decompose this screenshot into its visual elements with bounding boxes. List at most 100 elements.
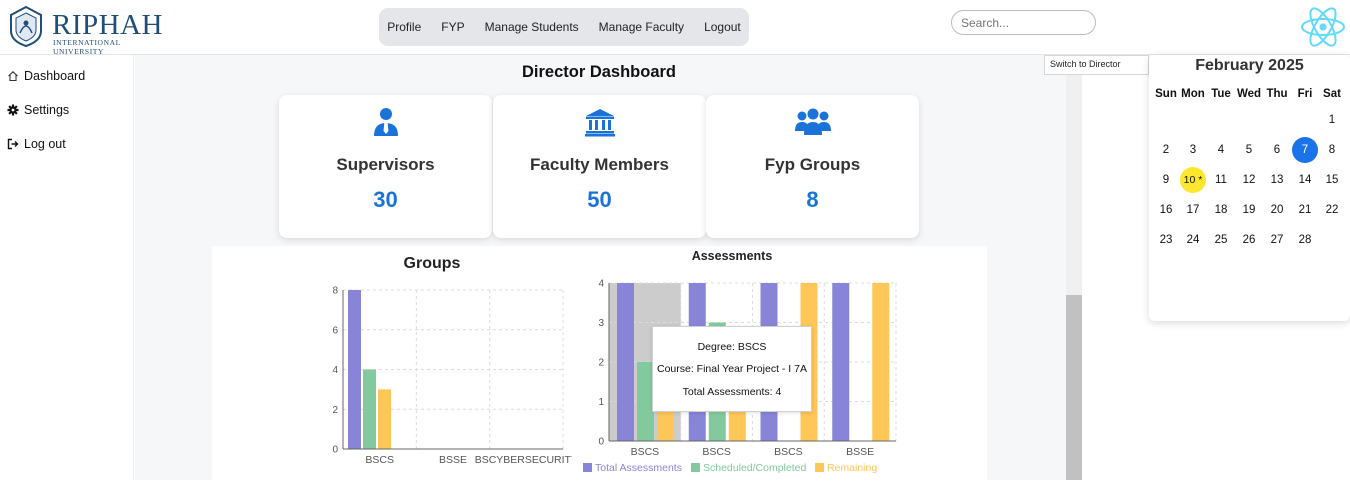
calendar-day[interactable]: 18 xyxy=(1208,197,1234,223)
calendar-day[interactable]: 23 xyxy=(1153,227,1179,253)
calendar-day[interactable]: 1 xyxy=(1319,107,1345,133)
x-tick-label: BSCS xyxy=(631,446,660,458)
y-tick-label: 3 xyxy=(598,318,604,329)
tooltip-total: Total Assessments: 4 xyxy=(682,386,782,398)
bar-c0-s0-i0 xyxy=(348,290,361,449)
switch-to-director-button[interactable]: Switch to Director xyxy=(1044,55,1149,75)
calendar-day[interactable]: 25 xyxy=(1208,227,1234,253)
x-tick-label: BSCS xyxy=(774,446,803,458)
react-logo-icon xyxy=(1301,7,1345,47)
main-nav: Profile FYP Manage Students Manage Facul… xyxy=(379,8,749,46)
nav-manage-faculty[interactable]: Manage Faculty xyxy=(599,20,684,34)
legend-swatch xyxy=(691,463,700,472)
calendar-day[interactable]: 28 xyxy=(1292,227,1318,253)
fyp-groups-card: Fyp Groups 8 xyxy=(706,95,919,238)
x-tick-label: BSCS xyxy=(702,446,731,458)
calendar-day[interactable]: 14 xyxy=(1292,167,1318,193)
nav-fyp[interactable]: FYP xyxy=(441,20,464,34)
user-tie-icon xyxy=(373,108,398,136)
y-tick-label: 0 xyxy=(598,437,604,448)
logout-icon xyxy=(7,138,19,150)
calendar-day[interactable]: 9 xyxy=(1153,167,1179,193)
search-input[interactable] xyxy=(951,10,1096,35)
university-icon xyxy=(584,109,615,137)
riphah-logo[interactable]: RIPHAH INTERNATIONAL UNIVERSITY xyxy=(8,5,168,56)
calendar-weekday: Mon xyxy=(1181,88,1205,100)
calendar-day[interactable]: 11 xyxy=(1208,167,1234,193)
sidebar-item-label: Dashboard xyxy=(24,69,86,83)
y-tick-label: 4 xyxy=(332,365,338,376)
sidebar-item-label: Log out xyxy=(24,137,66,151)
gear-icon xyxy=(7,104,19,116)
calendar-day[interactable]: 17 xyxy=(1180,197,1206,223)
calendar-day[interactable]: 20 xyxy=(1264,197,1290,223)
x-tick-label: BSSE xyxy=(846,446,874,458)
sidebar-item-settings[interactable]: Settings xyxy=(7,103,69,117)
legend-label: Scheduled/Completed xyxy=(703,462,806,474)
supervisors-card: Supervisors 30 xyxy=(279,95,492,238)
calendar-day[interactable]: 27 xyxy=(1264,227,1290,253)
sidebar-item-logout[interactable]: Log out xyxy=(7,137,66,151)
calendar-day[interactable]: 21 xyxy=(1292,197,1318,223)
y-tick-label: 2 xyxy=(598,358,604,369)
calendar-day[interactable]: 5 xyxy=(1236,137,1262,163)
bar-c1-s0-i0 xyxy=(617,283,634,441)
calendar-weekday: Wed xyxy=(1236,88,1262,100)
nav-profile[interactable]: Profile xyxy=(387,20,421,34)
legend-label: Total Assessments xyxy=(595,462,682,474)
scrollbar-thumb[interactable] xyxy=(1066,295,1082,480)
calendar-day[interactable]: 4 xyxy=(1208,137,1234,163)
x-tick-label: BSCYBERSECURITY xyxy=(475,454,572,466)
x-tick-label: BSCS xyxy=(365,454,394,466)
calendar-day[interactable]: 12 xyxy=(1236,167,1262,193)
card-value: 50 xyxy=(587,187,612,212)
x-tick-label: BSSE xyxy=(439,454,467,466)
calendar-weekday: Sat xyxy=(1323,88,1341,100)
tooltip-degree: Degree: BSCS xyxy=(697,341,767,353)
users-icon xyxy=(794,108,831,135)
card-value: 30 xyxy=(373,187,398,212)
legend-label: Remaining xyxy=(827,462,877,474)
card-value: 8 xyxy=(806,187,819,212)
assessments-chart-title: Assessments xyxy=(691,249,773,263)
calendar-day[interactable]: 26 xyxy=(1236,227,1262,253)
y-tick-label: 1 xyxy=(598,397,604,408)
groups-chart: 0 2 4 6 8 BSCS BSSE BSCYBERSECURITY xyxy=(332,286,572,467)
faculty-members-card: Faculty Members 50 xyxy=(493,95,706,238)
tooltip-course: Course: Final Year Project - I 7A xyxy=(657,363,807,375)
nav-manage-students[interactable]: Manage Students xyxy=(485,20,579,34)
calendar-weekday: Thu xyxy=(1266,88,1288,100)
card-label: Fyp Groups xyxy=(764,155,861,174)
calendar-day[interactable]: 24 xyxy=(1180,227,1206,253)
sidebar-item-dashboard[interactable]: Dashboard xyxy=(7,69,85,83)
y-tick-label: 4 xyxy=(598,279,604,290)
calendar-day[interactable]: 8 xyxy=(1319,137,1345,163)
nav-logout[interactable]: Logout xyxy=(704,20,741,34)
calendar-day[interactable]: 13 xyxy=(1264,167,1290,193)
sidebar-item-label: Settings xyxy=(24,103,70,117)
calendar-day[interactable]: 3 xyxy=(1180,137,1206,163)
y-tick-label: 6 xyxy=(332,325,338,336)
card-label: Supervisors xyxy=(336,155,435,174)
calendar-day[interactable]: 6 xyxy=(1264,137,1290,163)
calendar-day[interactable]: 22 xyxy=(1319,197,1345,223)
calendar-day[interactable]: 7 xyxy=(1292,137,1318,163)
calendar-day[interactable]: 2 xyxy=(1153,137,1179,163)
calendar-day[interactable]: 15 xyxy=(1319,167,1345,193)
calendar-widget: February 2025 Sun Mon Tue Wed Thu Fri Sat 1 2 3 4 5… xyxy=(1149,55,1350,321)
calendar-day[interactable]: 16 xyxy=(1153,197,1179,223)
legend-swatch xyxy=(583,463,592,472)
calendar-weekday: Fri xyxy=(1297,88,1313,100)
y-tick-label: 2 xyxy=(332,405,338,416)
calendar-day[interactable]: 19 xyxy=(1236,197,1262,223)
riphah-crest-icon xyxy=(10,5,42,47)
calendar-day[interactable]: 10 * xyxy=(1180,167,1206,193)
card-label: Faculty Members xyxy=(530,155,669,174)
calendar-month-title: February 2025 xyxy=(1195,57,1304,74)
brand-subtitle: INTERNATIONAL UNIVERSITY xyxy=(53,38,121,56)
calendar-weekday: Tue xyxy=(1211,88,1231,100)
bar-c1-s0-i3 xyxy=(832,283,850,441)
home-icon xyxy=(8,71,18,82)
groups-chart-title: Groups xyxy=(403,255,461,272)
bar-c0-s1-i0 xyxy=(363,369,376,449)
